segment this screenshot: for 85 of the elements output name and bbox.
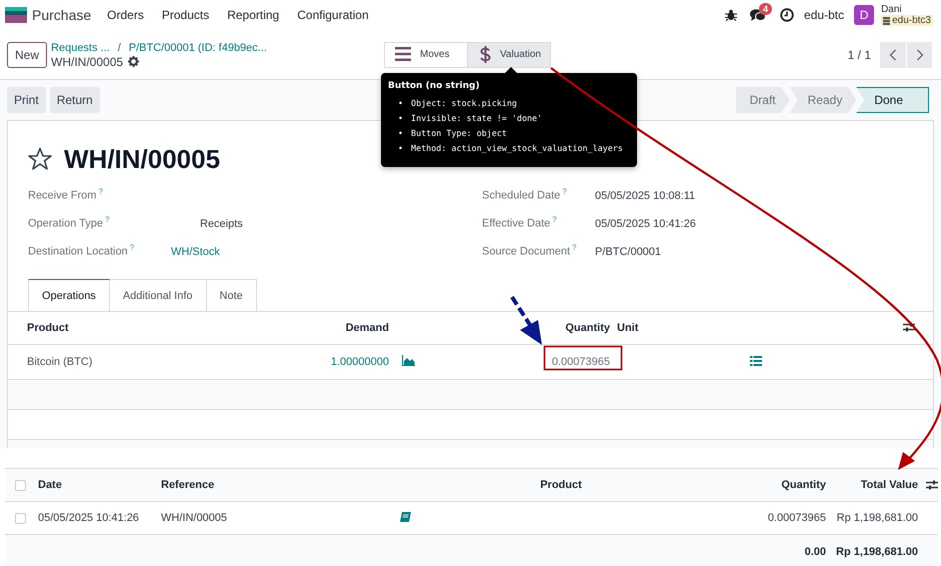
menu-item[interactable]: Reporting [227,8,280,22]
tooltip-line: Method: action_view_stock_valuation_layers [411,142,623,155]
gear-icon[interactable] [128,56,140,67]
new-button[interactable]: New [7,42,48,68]
column-header: Date [38,479,63,491]
breadcrumb-separator: / [118,40,121,54]
message-count-badge: 4 [759,3,772,15]
dollar-icon [478,46,491,63]
status-step[interactable]: Draft [736,87,790,113]
table-cell-text: WH/IN/00005 [161,512,228,524]
chevron-left-icon [889,48,897,60]
field-label: Receive From $^{?}$ [28,187,104,202]
field-value: 05/05/2025 10:08:11 [595,190,696,202]
bullet: • [398,112,404,125]
column-settings-icon[interactable] [926,480,938,490]
select-all-checkbox[interactable] [15,480,26,490]
table-cell: 1.00000000 [330,356,389,368]
app-name[interactable]: Purchase [32,7,92,23]
bullet: • [398,127,404,140]
tooltip-line: Button Type: object [411,127,507,140]
breadcrumb-link[interactable]: P/BTC/00001 (ID: f49b9ec... [128,40,267,54]
list-icon [395,46,411,63]
detailed-list-icon[interactable] [750,356,762,366]
column-header: Total Value [860,479,918,491]
column-header: Demand [346,322,389,334]
status-step[interactable]: Done [856,87,929,113]
star-icon[interactable] [28,147,52,171]
bug-icon[interactable] [725,9,738,21]
breadcrumb-link[interactable]: Requests ... [51,40,110,54]
menu-item[interactable]: Configuration [297,8,369,22]
database-name: edu-btc3 [892,15,931,26]
app-logo-icon [5,7,27,23]
record-title: WH/IN/00005 [64,144,220,174]
form-tab[interactable]: Note [206,279,257,311]
chevron-right-icon [916,48,924,60]
company-switcher[interactable]: edu-btc [804,8,844,22]
table-cell: 0.00073965 [552,356,610,368]
pager-value: 1 / 1 [848,48,871,62]
field-link[interactable]: WH/Stock [171,246,220,258]
tooltip-title: Button (no string) [388,81,481,91]
field-label: Effective Date $^{?}$ [482,215,558,230]
column-settings-icon[interactable] [903,322,915,332]
table-cell: 0.00073965 [768,512,826,524]
field-label: Operation Type $^{?}$ [28,215,110,230]
database-icon [883,16,890,24]
dashed-arrow [510,296,542,345]
moves-button[interactable]: Moves [384,42,468,68]
area-chart-icon[interactable] [402,355,415,366]
clock-icon[interactable] [780,8,794,22]
table-cell-text: 05/05/2025 10:41:26 [38,512,140,524]
tooltip-line: Object: stock.picking [411,97,517,110]
next-button[interactable] [906,42,932,68]
book-icon[interactable] [400,512,411,522]
return-button[interactable]: Return [50,87,100,113]
tooltip-line: Invisible: state != 'done' [411,112,542,125]
form-tab[interactable]: Operations [28,279,110,311]
field-label: Source Document $^{?}$ [482,243,578,258]
field-value: P/BTC/00001 [595,246,662,258]
user-name: Dani [881,4,903,15]
total-value: Rp 1,198,681.00 [836,546,918,558]
record-name: WH/IN/00005 [51,54,124,68]
column-header: Reference [161,479,216,491]
valuation-button[interactable]: Valuation [468,42,551,68]
form-tab[interactable]: Additional Info [110,279,207,311]
field-value: Receipts [200,218,243,230]
table-cell: Rp 1,198,681.00 [836,512,918,524]
field-value: 05/05/2025 10:41:26 [595,218,696,230]
row-checkbox[interactable] [15,512,26,524]
status-step[interactable]: Ready [790,87,856,113]
bullet: • [398,97,404,110]
menu-item[interactable]: Products [162,8,210,22]
column-header: Quantity [565,322,610,334]
column-header: Product [27,322,69,334]
user-avatar[interactable]: D [854,5,874,25]
print-button[interactable]: Print [7,87,46,113]
column-header: Unit [617,322,638,334]
field-label: Scheduled Date $^{?}$ [482,187,568,202]
column-header: Quantity [781,479,826,491]
column-header: Product [540,479,582,491]
total-quantity: 0.00 [804,546,826,558]
bullet: • [398,142,404,155]
table-cell: Bitcoin (BTC) [27,356,92,368]
menu-item[interactable]: Orders [107,8,144,22]
field-label: Destination Location $^{?}$ [28,243,136,258]
previous-button[interactable] [880,42,906,68]
